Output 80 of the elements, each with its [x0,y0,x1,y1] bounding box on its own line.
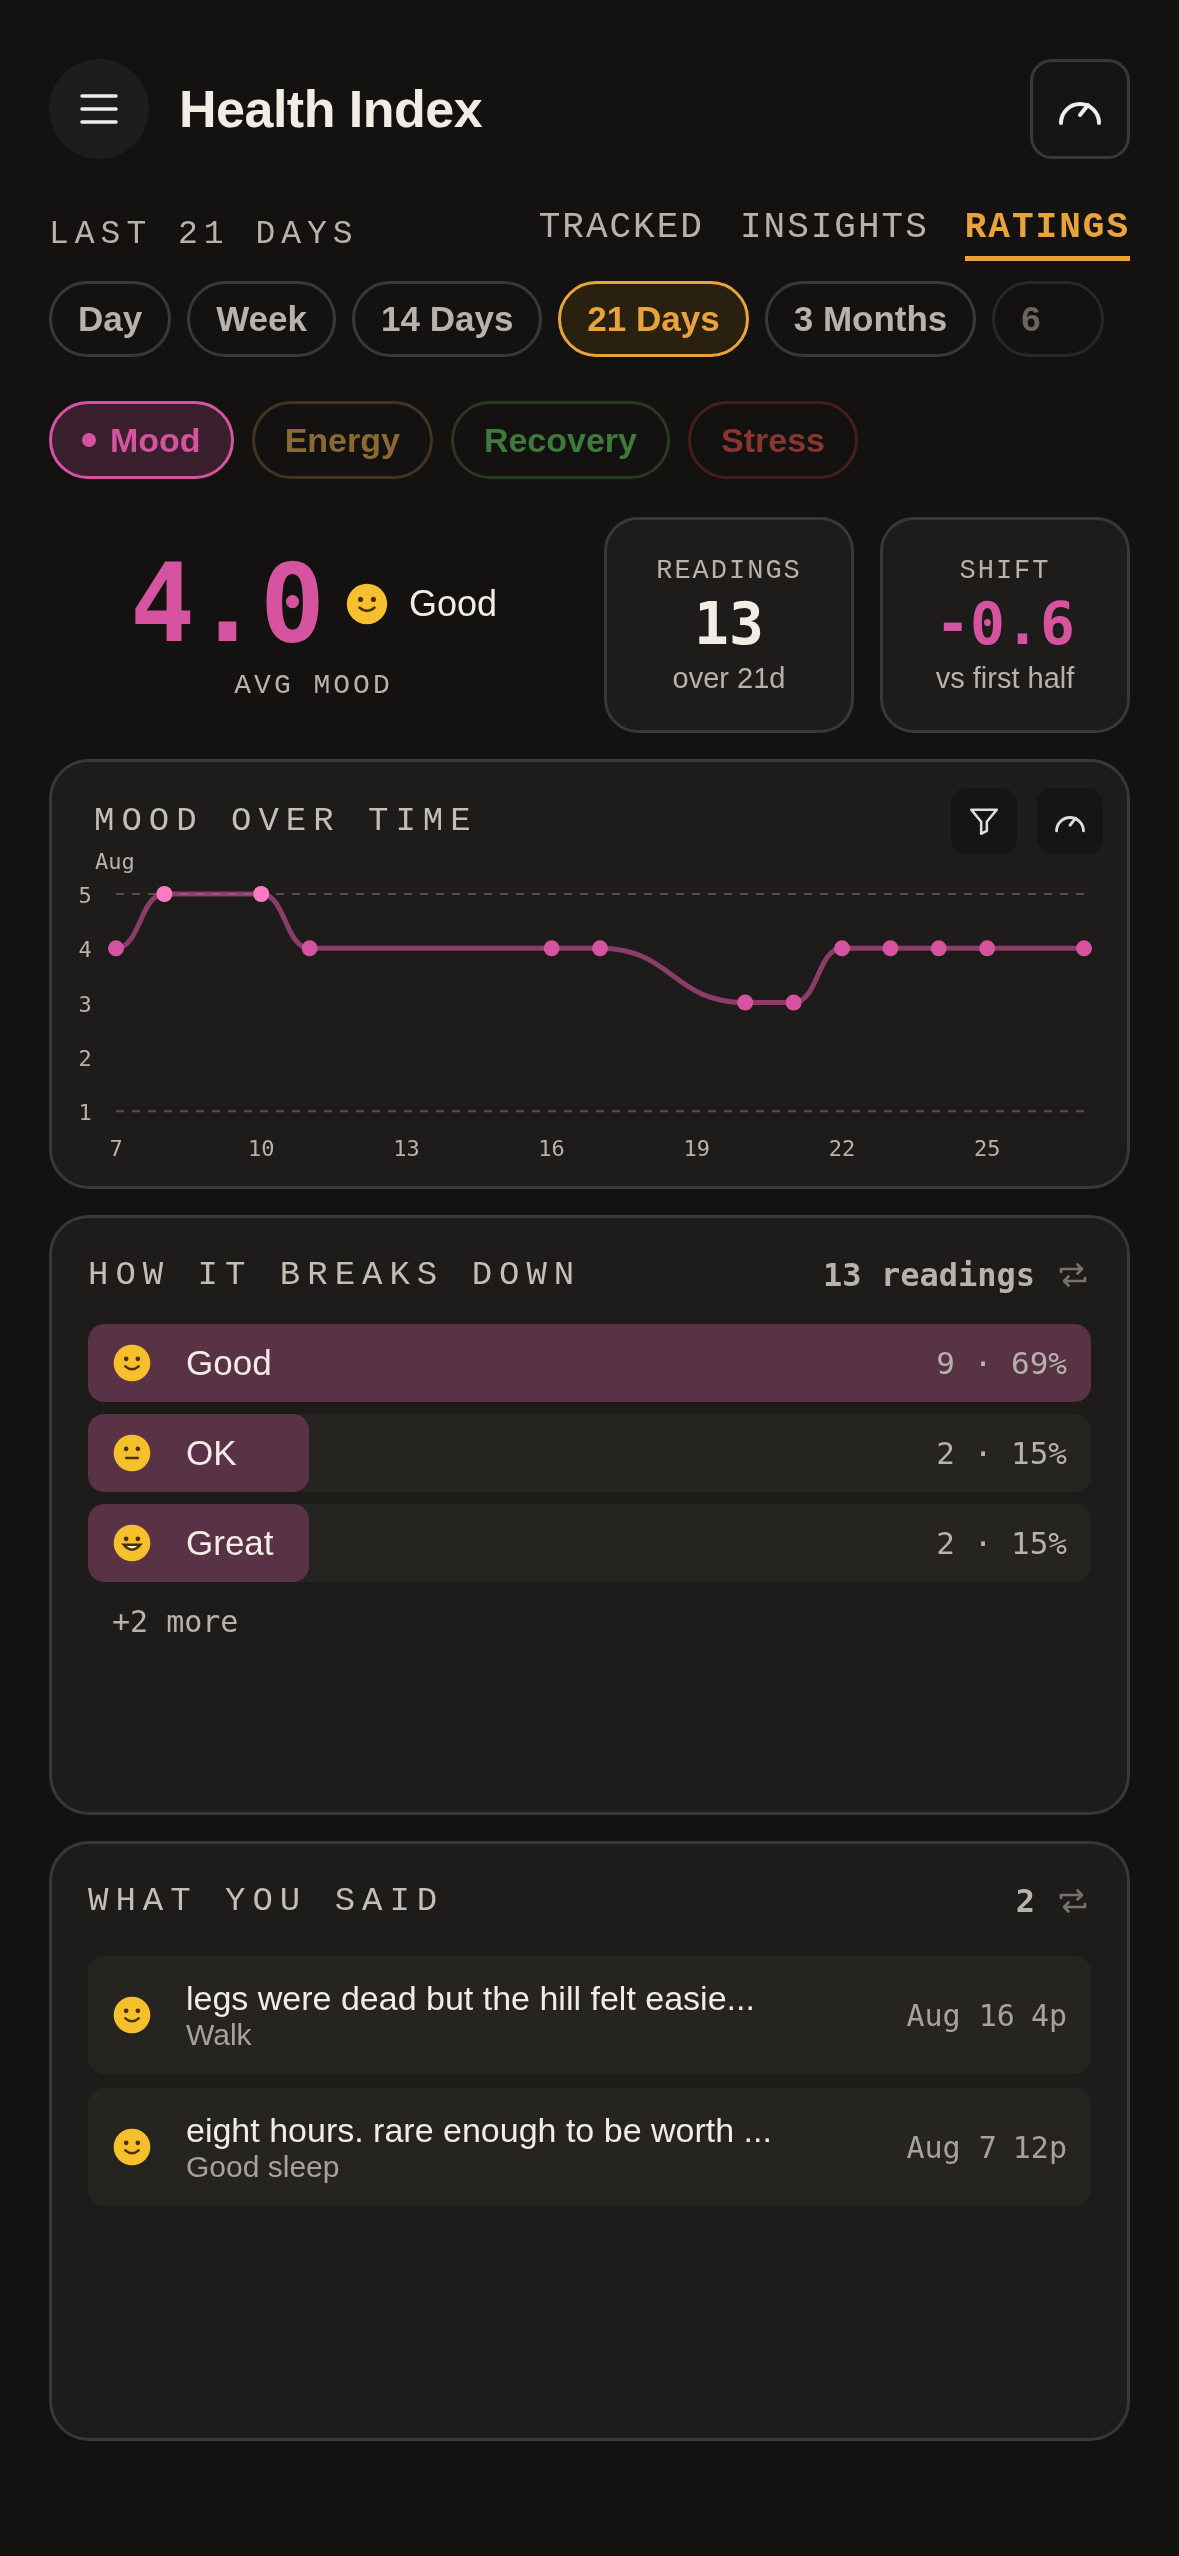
comment-text: eight hours. rare enough to be worth ... [186,2110,773,2150]
y-tick-label: 5 [78,883,92,908]
card-title: MOOD OVER TIME [94,802,478,840]
smiley-icon [112,1523,152,1563]
data-point [785,994,802,1011]
data-point [882,940,899,957]
x-tick-label: 25 [973,1136,1001,1161]
data-point [979,940,996,957]
bar-label: Great [186,1523,275,1563]
data-point [156,886,173,902]
range-chip[interactable]: 3 Months [764,281,977,357]
comment-date: Aug 7 [906,2129,997,2165]
smiley-icon [345,581,389,626]
bar-label: Good [186,1343,273,1383]
more-link[interactable]: +2 more [112,1604,239,1639]
range-chip[interactable]: 21 Days [558,281,749,357]
comment-source: Walk [186,2017,253,2052]
comment-date: Aug 16 [906,1997,1015,2033]
y-tick-label: 4 [78,937,92,963]
comment-item[interactable]: legs were dead but the hill felt easie... Walk Aug 16 4p [88,1956,1091,2074]
filter-button[interactable] [951,788,1017,854]
smiley-icon [112,1433,152,1473]
tab[interactable]: TRACKED [538,207,704,261]
comment-source: Good sleep [186,2149,341,2184]
data-point [301,940,318,957]
x-tick-label: 16 [538,1136,565,1161]
gauge-button[interactable] [1037,788,1103,854]
data-point [543,940,560,957]
month-label: Aug [95,849,135,874]
comment-item[interactable]: eight hours. rare enough to be worth ... Good sleep Aug 7 12p [88,2088,1091,2206]
readings-count: 13 readings [823,1256,1035,1294]
data-point [737,994,754,1011]
stat-caption: over 21d [672,661,786,695]
bar-reading: 2 · 15% [936,1435,1067,1471]
average-value: 4.0 [129,549,325,658]
smiley-icon [112,2127,152,2167]
comment-text: legs were dead but the hill felt easie... [186,1978,756,2018]
range-label: LAST 21 DAYS [49,216,359,255]
app-title: Health Index [179,79,484,139]
y-tick-label: 2 [78,1045,92,1071]
x-tick-label: 22 [828,1136,856,1161]
x-tick-label: 19 [683,1136,711,1161]
average-caption: AVG MOOD [234,669,393,701]
data-point [834,940,850,957]
x-tick-label: 13 [393,1136,420,1161]
data-point [930,940,947,957]
smiley-icon [112,1343,152,1383]
y-tick-label: 1 [78,1100,92,1126]
stat-value: -0.6 [935,589,1075,658]
stat-value: 13 [694,589,764,658]
tab[interactable]: RATINGS [964,207,1130,261]
bar-reading: 9 · 69% [936,1345,1067,1381]
range-chip[interactable]: Week [187,281,337,357]
data-point [253,886,270,902]
smiley-icon [112,1995,152,2035]
x-tick-label: 7 [109,1136,123,1161]
comments-count: 2 [1015,1882,1035,1920]
menu-icon [79,92,119,126]
range-chip[interactable]: Day [49,281,172,357]
metric-chip[interactable]: Recovery [450,401,670,479]
metric-chip[interactable]: Energy [251,401,433,479]
stat-title: SHIFT [959,555,1051,586]
metric-chip[interactable]: Mood [49,401,234,479]
comment-time: 12p [1012,2129,1067,2165]
data-point [592,940,608,957]
mood-label: Good [409,582,498,625]
tab[interactable]: INSIGHTS [739,207,929,261]
card-title: HOW IT BREAKS DOWN [88,1256,583,1294]
y-tick-label: 3 [78,991,92,1017]
x-tick-label: 10 [247,1136,275,1161]
stat-caption: vs first half [935,661,1075,695]
card-title: WHAT YOU SAID [88,1882,446,1920]
data-point [1076,940,1092,957]
data-point [108,940,124,957]
gauge-button[interactable] [1030,59,1130,159]
comment-time: 4p [1030,1997,1067,2033]
range-chip[interactable]: 14 Days [352,281,543,357]
bar-label: OK [186,1433,238,1473]
bar-reading: 2 · 15% [936,1525,1067,1561]
stat-title: READINGS [656,555,802,586]
